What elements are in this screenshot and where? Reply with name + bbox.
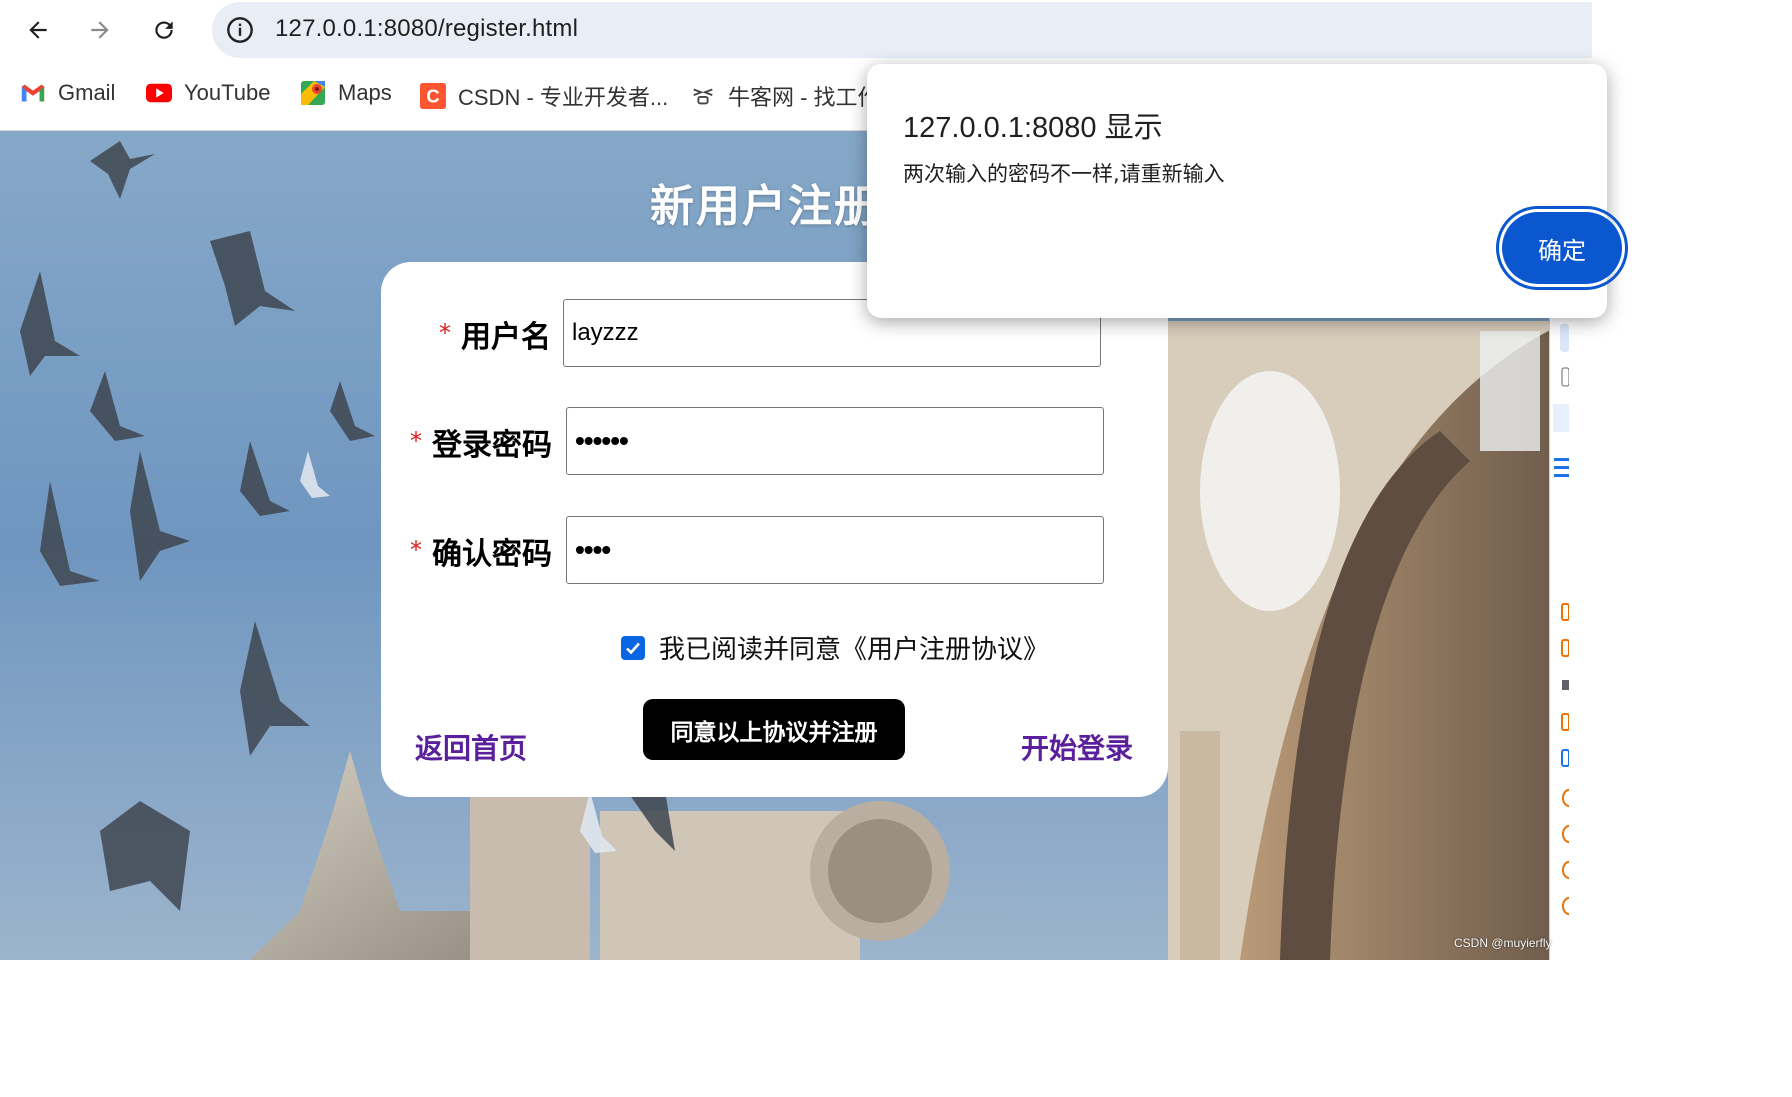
agreement-row: 我已阅读并同意《用户注册协议》: [621, 629, 1049, 666]
password-mask: ••••••: [575, 425, 629, 456]
arrow-left-icon: [29, 21, 47, 39]
back-button[interactable]: [20, 12, 56, 48]
dialog-title: 127.0.0.1:8080 显示: [903, 112, 1163, 144]
bookmark-gmail[interactable]: Gmail: [20, 80, 115, 106]
bookmark-youtube[interactable]: YouTube: [146, 80, 270, 106]
username-label: * 用户名: [439, 312, 551, 356]
address-bar[interactable]: 127.0.0.1:8080/register.html: [212, 2, 1592, 58]
register-button[interactable]: 同意以上协议并注册: [643, 699, 905, 760]
bookmark-label: 牛客网 - 找工作: [728, 85, 880, 110]
required-mark: *: [410, 427, 422, 455]
devtools-icons: [1553, 324, 1570, 915]
forward-button[interactable]: [82, 12, 118, 48]
gmail-icon: [20, 80, 46, 106]
dialog-message: 两次输入的密码不一样,请重新输入: [903, 162, 1225, 186]
start-login-link[interactable]: 开始登录: [1021, 727, 1133, 767]
svg-text:C: C: [426, 86, 439, 107]
confirm-mask: ••••: [575, 534, 611, 565]
bookmark-label: Maps: [338, 80, 392, 105]
alert-dialog: 127.0.0.1:8080 显示 两次输入的密码不一样,请重新输入 确定: [867, 64, 1628, 318]
bookmark-nowcoder[interactable]: 牛客网 - 找工作: [690, 80, 880, 112]
page-title: 新用户注册: [650, 181, 880, 232]
site-info-icon[interactable]: [226, 16, 254, 48]
bookmark-maps[interactable]: Maps: [300, 80, 392, 106]
csdn-icon: C: [420, 83, 446, 109]
bookmark-label: Gmail: [58, 80, 116, 105]
youtube-icon: [146, 80, 172, 106]
dialog-ok-button[interactable]: 确定: [1496, 206, 1628, 290]
bookmark-label: YouTube: [184, 80, 271, 105]
reload-button[interactable]: [146, 12, 182, 48]
browser-toolbar: 127.0.0.1:8080/register.html: [0, 0, 1592, 60]
password-input[interactable]: ••••••: [566, 407, 1104, 475]
password-label-text: 登录密码: [432, 428, 552, 463]
username-value: layzzz: [572, 319, 639, 346]
watermark: CSDN @muyierfly: [1454, 936, 1552, 950]
nowcoder-icon: [690, 83, 716, 109]
url-text[interactable]: 127.0.0.1:8080/register.html: [275, 15, 578, 43]
username-label-text: 用户名: [461, 320, 551, 355]
register-form-card: * 用户名 layzzz * 登录密码 •••••• * 确认密码 •••• 我已阅读…: [381, 262, 1168, 797]
bookmark-csdn[interactable]: C CSDN - 专业开发者...: [420, 80, 668, 112]
password-label: * 登录密码: [410, 420, 552, 464]
arrow-right-icon: [91, 21, 109, 39]
confirm-label-text: 确认密码: [432, 537, 552, 572]
confirm-password-input[interactable]: ••••: [566, 516, 1104, 584]
required-mark: *: [410, 536, 422, 564]
confirm-password-label: * 确认密码: [410, 529, 552, 573]
bookmark-label: CSDN - 专业开发者...: [458, 85, 669, 110]
maps-icon: [300, 80, 326, 106]
check-icon: [626, 642, 640, 654]
devtools-panel-edge: [1549, 318, 1570, 960]
reload-icon: [155, 21, 173, 39]
agreement-text: 我已阅读并同意《用户注册协议》: [659, 635, 1050, 665]
agreement-checkbox[interactable]: [621, 635, 645, 660]
back-home-link[interactable]: 返回首页: [415, 727, 527, 767]
required-mark: *: [439, 319, 451, 347]
